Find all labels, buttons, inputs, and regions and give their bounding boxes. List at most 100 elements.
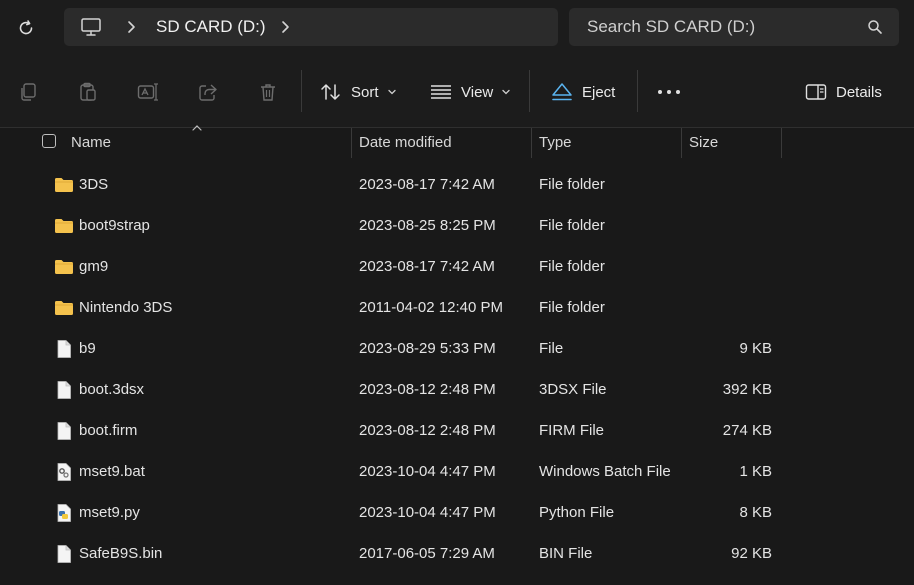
file-name: boot.firm xyxy=(79,422,138,439)
breadcrumb-location[interactable]: SD CARD (D:) xyxy=(156,17,266,37)
file-type: 3DSX File xyxy=(539,381,607,398)
search-placeholder: Search SD CARD (D:) xyxy=(587,17,756,36)
paste-button[interactable] xyxy=(78,78,98,106)
search-input[interactable]: Search SD CARD (D:) xyxy=(569,8,899,46)
file-date-modified: 2023-08-12 2:48 PM xyxy=(359,381,496,398)
refresh-button[interactable] xyxy=(12,14,40,42)
file-type: File folder xyxy=(539,176,605,193)
delete-button[interactable] xyxy=(258,78,278,106)
file-date-modified: 2023-08-17 7:42 AM xyxy=(359,176,495,193)
sort-ascending-icon xyxy=(192,125,202,131)
folder-icon xyxy=(54,175,74,195)
file-type: FIRM File xyxy=(539,422,604,439)
folder-icon xyxy=(54,257,74,277)
file-date-modified: 2023-08-12 2:48 PM xyxy=(359,422,496,439)
file-name: b9 xyxy=(79,340,96,357)
rename-icon xyxy=(137,83,158,101)
details-pane-icon xyxy=(805,84,827,100)
file-date-modified: 2011-04-02 12:40 PM xyxy=(359,299,503,316)
file-name: 3DS xyxy=(79,176,109,193)
file-date-modified: 2023-10-04 4:47 PM xyxy=(359,504,496,521)
file-name: boot.3dsx xyxy=(79,381,145,398)
table-row[interactable]: boot.3dsx 2023-08-12 2:48 PM 3DSX File 392 … xyxy=(0,369,914,410)
file-size: 9 KB xyxy=(739,340,772,357)
chevron-down-icon xyxy=(502,89,510,95)
copy-button[interactable] xyxy=(18,78,38,106)
view-label: View xyxy=(461,83,494,101)
navigation-bar: SD CARD (D:) Search SD CARD (D:) xyxy=(0,0,914,56)
view-list-icon xyxy=(431,85,451,99)
column-divider[interactable] xyxy=(531,128,532,158)
table-row[interactable]: boot.firm 2023-08-12 2:48 PM FIRM File 274 … xyxy=(0,410,914,451)
sort-button[interactable]: Sort xyxy=(320,78,397,106)
share-button[interactable] xyxy=(198,78,218,106)
folder-icon xyxy=(54,298,74,318)
sort-icon xyxy=(321,84,340,100)
table-row[interactable]: Nintendo 3DS 2011-04-02 12:40 PM File fold… xyxy=(0,287,914,328)
more-options-button[interactable] xyxy=(657,78,681,106)
file-icon xyxy=(54,421,74,441)
view-button[interactable]: View xyxy=(430,78,511,106)
file-list: 3DS 2023-08-17 7:42 AM File folder boot9str… xyxy=(0,164,914,574)
details-pane-button[interactable]: Details xyxy=(805,78,882,106)
column-divider[interactable] xyxy=(681,128,682,158)
file-type: File folder xyxy=(539,299,605,316)
toolbar-divider xyxy=(637,70,638,112)
eject-label: Eject xyxy=(582,83,616,101)
command-bar: Sort View Eject Details xyxy=(0,56,914,128)
file-date-modified: 2023-10-04 4:47 PM xyxy=(359,463,496,480)
file-date-modified: 2023-08-29 5:33 PM xyxy=(359,340,496,357)
file-icon xyxy=(54,380,74,400)
file-name: SafeB9S.bin xyxy=(79,545,163,562)
file-name: boot9strap xyxy=(79,217,150,234)
table-row[interactable]: 3DS 2023-08-17 7:42 AM File folder xyxy=(0,164,914,205)
chevron-right-icon[interactable] xyxy=(278,20,292,34)
file-name: Nintendo 3DS xyxy=(79,299,173,316)
table-row[interactable]: SafeB9S.bin 2017-06-05 7:29 AM BIN File 92 … xyxy=(0,533,914,574)
file-icon xyxy=(54,339,74,359)
table-row[interactable]: b9 2023-08-29 5:33 PM File 9 KB xyxy=(0,328,914,369)
file-type: BIN File xyxy=(539,545,593,562)
file-name: mset9.py xyxy=(79,504,140,521)
file-icon xyxy=(54,544,74,564)
select-all-checkbox[interactable] xyxy=(42,134,56,148)
file-type: File folder xyxy=(539,258,605,275)
column-header-name[interactable]: Name xyxy=(71,134,111,151)
sort-label: Sort xyxy=(351,83,379,101)
chevron-right-icon[interactable] xyxy=(124,20,138,34)
address-bar[interactable]: SD CARD (D:) xyxy=(64,8,558,46)
table-row[interactable]: gm9 2023-08-17 7:42 AM File folder xyxy=(0,246,914,287)
file-name: mset9.bat xyxy=(79,463,145,480)
file-date-modified: 2023-08-25 8:25 PM xyxy=(359,217,496,234)
file-size: 274 KB xyxy=(722,422,772,439)
file-date-modified: 2017-06-05 7:29 AM xyxy=(359,545,495,562)
clipboard-icon xyxy=(80,82,96,101)
copy-icon xyxy=(21,83,36,101)
file-size: 1 KB xyxy=(739,463,772,480)
file-type: File xyxy=(539,340,564,357)
file-size: 92 KB xyxy=(731,545,772,562)
column-header-size[interactable]: Size xyxy=(689,134,718,151)
folder-icon xyxy=(54,216,74,236)
file-type: File folder xyxy=(539,217,605,234)
column-header-date[interactable]: Date modified xyxy=(359,134,452,151)
trash-icon xyxy=(261,84,275,101)
eject-button[interactable]: Eject xyxy=(551,78,615,106)
details-label: Details xyxy=(836,83,882,101)
share-icon xyxy=(199,84,217,101)
file-name: gm9 xyxy=(79,258,109,275)
table-row[interactable]: mset9.py 2023-10-04 4:47 PM Python File 8 K… xyxy=(0,492,914,533)
toolbar-divider xyxy=(529,70,530,112)
toolbar-divider xyxy=(301,70,302,112)
python-file-icon xyxy=(54,503,74,523)
column-header-type[interactable]: Type xyxy=(539,134,572,151)
column-divider[interactable] xyxy=(781,128,782,158)
rename-button[interactable] xyxy=(137,78,159,106)
eject-icon xyxy=(552,83,572,101)
computer-icon xyxy=(81,18,101,36)
column-divider[interactable] xyxy=(351,128,352,158)
more-options-icon xyxy=(658,90,680,94)
table-row[interactable]: boot9strap 2023-08-25 8:25 PM File folder xyxy=(0,205,914,246)
file-type: Windows Batch File xyxy=(539,463,671,480)
table-row[interactable]: mset9.bat 2023-10-04 4:47 PM Windows Batch… xyxy=(0,451,914,492)
